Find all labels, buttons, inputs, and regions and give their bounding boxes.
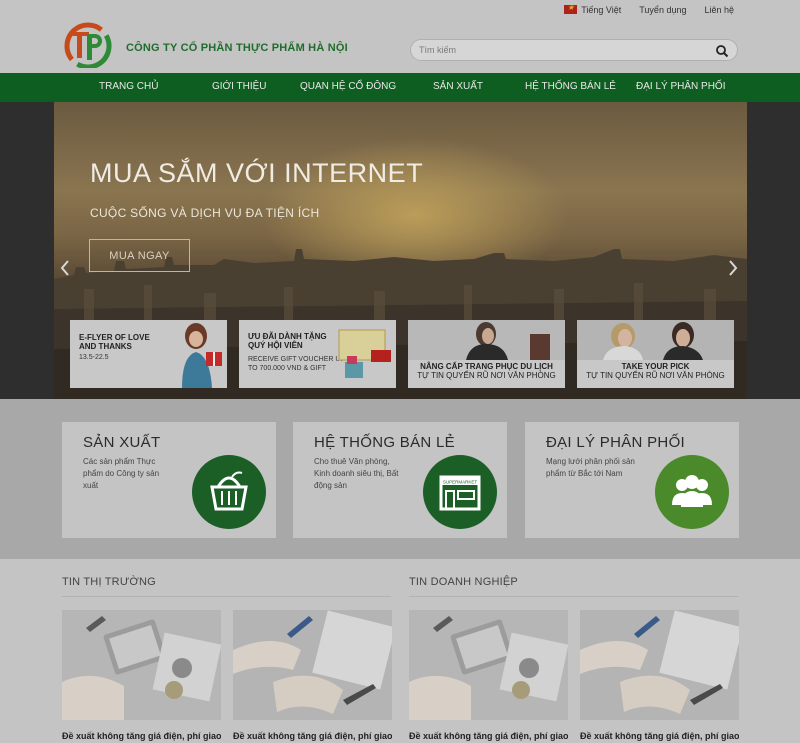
- language-label: Tiếng Việt: [581, 5, 622, 15]
- woman-with-gift-image: [182, 323, 222, 388]
- service-icon-circle: [192, 455, 266, 529]
- service-card-distribution[interactable]: ĐẠI LÝ PHÂN PHỐI Mạng lưới phân phối sản…: [525, 422, 739, 538]
- main-nav: TRANG CHỦ GIỚI THIỆU QUAN HỆ CỔ ĐÔNG SẢN…: [0, 73, 800, 102]
- promo-title: E-FLYER OF LOVE AND THANKS: [79, 333, 150, 351]
- news-section: TIN THỊ TRƯỜNG TIN DOANH NGHIỆP Đề xuất …: [0, 559, 800, 743]
- promo-caption: TAKE YOUR PICK TỰ TIN QUYẾN RŨ NƠI VĂN P…: [577, 362, 734, 380]
- nav-item-about[interactable]: GIỚI THIỆU: [212, 81, 267, 92]
- service-card-production[interactable]: SẢN XUẤT Các sản phẩm Thực phẩm do Công …: [62, 422, 276, 538]
- shop-now-button[interactable]: MUA NGAY: [89, 239, 190, 272]
- promo-title: TAKE YOUR PICK: [621, 362, 690, 371]
- promo-caption: NÂNG CẤP TRANG PHỤC DU LỊCH TỰ TIN QUYẾN…: [408, 362, 565, 380]
- business-documents-image: [62, 610, 221, 720]
- fashion-model-image: [408, 320, 565, 360]
- contact-link[interactable]: Liên hệ: [704, 5, 734, 15]
- recruitment-link[interactable]: Tuyển dụng: [639, 5, 686, 15]
- service-title: ĐẠI LÝ PHÂN PHỐI: [546, 434, 686, 451]
- company-name: CÔNG TY CỔ PHẦN THỰC PHẨM HÀ NỘI: [126, 42, 348, 54]
- hero-subtitle: CUỘC SỐNG VÀ DỊCH VỤ ĐA TIỆN ÍCH: [90, 206, 320, 220]
- promo-detail: TỰ TIN QUYẾN RŨ NƠI VĂN PHÒNG: [417, 371, 556, 380]
- vietnam-flag-icon: [564, 3, 578, 14]
- nav-item-retail-system[interactable]: HỆ THỐNG BÁN LẺ: [525, 81, 616, 92]
- models-group-image: [577, 320, 734, 360]
- language-switch[interactable]: Tiếng Việt: [564, 3, 622, 15]
- basket-icon: [210, 471, 248, 511]
- service-description: Các sản phẩm Thực phẩm do Công ty sản xu…: [83, 457, 160, 490]
- service-icon-circle: SUPERMARKET: [423, 455, 497, 529]
- supermarket-sign: SUPERMARKET: [443, 480, 478, 485]
- news-thumbnail[interactable]: [62, 610, 221, 720]
- news-thumbnail[interactable]: [580, 610, 739, 720]
- promo-detail: 13.5-22.5: [79, 354, 109, 361]
- divider: [409, 596, 738, 597]
- site-header: CÔNG TY CỔ PHẦN THỰC PHẨM HÀ NỘI: [0, 22, 800, 73]
- business-documents-image: [233, 610, 392, 720]
- business-documents-image: [409, 610, 568, 720]
- promo-detail: TỰ TIN QUYẾN RŨ NƠI VĂN PHÒNG: [586, 371, 725, 380]
- news-caption[interactable]: Đề xuất không tăng giá điện, phí giao: [62, 731, 221, 741]
- service-description: Cho thuê Văn phòng, Kinh doanh siêu thị,…: [314, 457, 399, 490]
- promo-title: NÂNG CẤP TRANG PHỤC DU LỊCH: [420, 362, 553, 371]
- news-thumbnail[interactable]: [233, 610, 392, 720]
- chevron-left-icon[interactable]: [60, 259, 70, 277]
- promo-detail: RECEIVE GIFT VOUCHER UP TO 700.000 VND &…: [248, 356, 345, 372]
- news-caption[interactable]: Đề xuất không tăng giá điện, phí giao: [580, 731, 739, 741]
- chevron-right-icon[interactable]: [728, 259, 738, 277]
- service-description: Mạng lưới phân phối sản phẩm từ Bắc tới …: [546, 457, 635, 478]
- service-title: SẢN XUẤT: [83, 434, 161, 451]
- service-icon-circle: [655, 455, 729, 529]
- nav-item-distribution-agents[interactable]: ĐẠI LÝ PHÂN PHỐI: [636, 81, 725, 92]
- top-utility-bar: Tiếng Việt Tuyển dụng Liên hệ: [0, 0, 800, 22]
- business-documents-image: [580, 610, 739, 720]
- nav-item-production[interactable]: SẢN XUẤT: [433, 81, 483, 92]
- people-group-icon: [672, 475, 712, 507]
- promo-card-member-offer[interactable]: ƯU ĐÃI DÀNH TẶNG QUÝ HỘI VIÊN RECEIVE GI…: [239, 320, 396, 388]
- hero-title: MUA SẮM VỚI INTERNET: [90, 158, 424, 188]
- promo-title: ƯU ĐÃI DÀNH TẶNG QUÝ HỘI VIÊN: [248, 332, 327, 350]
- hero-slide: MUA SẮM VỚI INTERNET CUỘC SỐNG VÀ DỊCH V…: [54, 102, 747, 399]
- gift-voucher-image: [338, 329, 391, 378]
- company-logo[interactable]: [62, 22, 118, 68]
- search-input[interactable]: [419, 43, 709, 57]
- supermarket-icon: SUPERMARKET: [439, 475, 481, 511]
- service-card-retail[interactable]: HỆ THỐNG BÁN LẺ Cho thuê Văn phòng, Kinh…: [293, 422, 507, 538]
- nav-item-investor-relations[interactable]: QUAN HỆ CỔ ĐÔNG: [300, 81, 396, 92]
- market-news-heading: TIN THỊ TRƯỜNG: [62, 576, 156, 588]
- divider: [62, 596, 391, 597]
- search-icon[interactable]: [715, 44, 729, 58]
- news-caption[interactable]: Đề xuất không tăng giá điện, phí giao: [409, 731, 568, 741]
- promo-card-take-your-pick[interactable]: TAKE YOUR PICK TỰ TIN QUYẾN RŨ NƠI VĂN P…: [577, 320, 734, 388]
- hero-slider: MUA SẮM VỚI INTERNET CUỘC SỐNG VÀ DỊCH V…: [0, 102, 800, 399]
- utility-links: Tiếng Việt Tuyển dụng Liên hệ: [564, 3, 734, 15]
- business-news-heading: TIN DOANH NGHIỆP: [409, 576, 518, 588]
- news-thumbnail[interactable]: [409, 610, 568, 720]
- service-title: HỆ THỐNG BÁN LẺ: [314, 434, 455, 451]
- nav-item-home[interactable]: TRANG CHỦ: [99, 81, 158, 92]
- promo-card-travel-outfit[interactable]: NÂNG CẤP TRANG PHỤC DU LỊCH TỰ TIN QUYẾN…: [408, 320, 565, 388]
- search-box: [410, 39, 738, 61]
- promo-card-eflyer[interactable]: E-FLYER OF LOVE AND THANKS 13.5-22.5: [70, 320, 227, 388]
- services-section: SẢN XUẤT Các sản phẩm Thực phẩm do Công …: [0, 399, 800, 559]
- news-caption[interactable]: Đề xuất không tăng giá điện, phí giao: [233, 731, 392, 741]
